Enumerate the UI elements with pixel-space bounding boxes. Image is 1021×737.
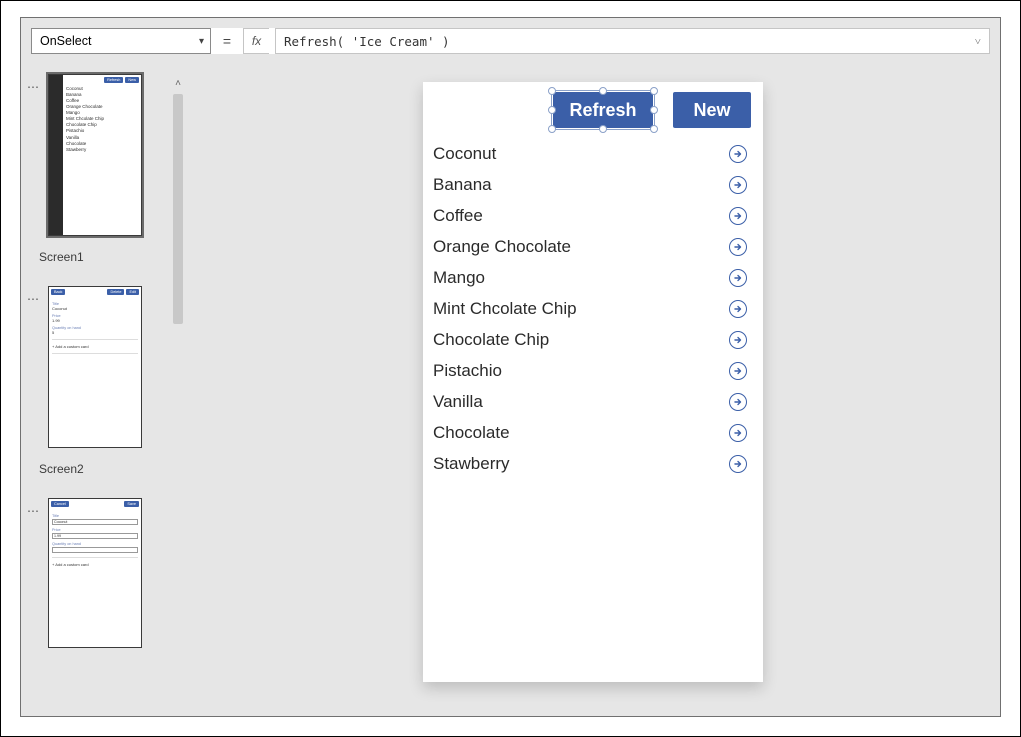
list-item-label: Coconut [433, 144, 496, 164]
list-item: Chocolate [433, 417, 747, 448]
arrow-right-icon[interactable] [729, 424, 747, 442]
scrollbar-thumb[interactable] [173, 94, 183, 324]
equals-label: = [217, 28, 237, 54]
thumbnail-screen3[interactable]: Cancel Save TitleCoconut Price1.99 Quant… [48, 498, 142, 648]
list-item: Chocolate Chip [433, 324, 747, 355]
list-item-label: Stawberry [433, 454, 510, 474]
thumbnail-label: Screen1 [39, 250, 84, 264]
thumbnail-scrollbar[interactable]: ˄ [169, 74, 187, 716]
screen-thumbnails-panel: ⋯ Refresh New CoconutBananaCoffeeOrange … [21, 54, 169, 716]
list-item: Pistachio [433, 355, 747, 386]
add-card-label: + Add a custom card [52, 344, 138, 349]
arrow-right-icon[interactable] [729, 269, 747, 287]
arrow-right-icon[interactable] [729, 455, 747, 473]
list-item: Mint Chcolate Chip [433, 293, 747, 324]
items-gallery: Coconut Banana Coffee Orange Chocolate Mango… [423, 134, 763, 479]
list-item-label: Pistachio [433, 361, 502, 381]
list-item: Banana [433, 169, 747, 200]
thumb1-new-button: New [125, 77, 139, 83]
new-button[interactable]: New [673, 92, 751, 128]
chevron-down-icon[interactable]: ˅ [975, 35, 981, 48]
thumb2-delete-button: Delete [107, 289, 124, 295]
thumb2-back-button: Back [51, 289, 65, 295]
list-item: Mango [433, 262, 747, 293]
property-select[interactable]: OnSelect ▾ [31, 28, 211, 54]
list-item-label: Vanilla [433, 392, 483, 412]
list-item-label: Mango [433, 268, 485, 288]
arrow-right-icon[interactable] [729, 238, 747, 256]
list-item: Coffee [433, 200, 747, 231]
thumb1-refresh-button: Refresh [104, 77, 123, 83]
thumbnail-label: Screen2 [39, 462, 84, 476]
app-preview: Refresh Ne [423, 82, 763, 682]
arrow-right-icon[interactable] [729, 176, 747, 194]
list-item-label: Banana [433, 175, 492, 195]
list-item-label: Chocolate Chip [433, 330, 549, 350]
list-item-label: Chocolate [433, 423, 510, 443]
arrow-right-icon[interactable] [729, 331, 747, 349]
thumbnail-menu-icon[interactable]: ⋯ [27, 504, 40, 518]
scroll-up-icon[interactable]: ˄ [169, 74, 187, 92]
chevron-down-icon: ▾ [199, 36, 204, 47]
refresh-button[interactable]: Refresh [553, 92, 653, 128]
thumb3-save-button: Save [124, 501, 139, 507]
list-item-label: Coffee [433, 206, 483, 226]
list-item: Coconut [433, 138, 747, 169]
thumb3-cancel-button: Cancel [51, 501, 69, 507]
formula-input[interactable]: Refresh( 'Ice Cream' ) ˅ [275, 28, 990, 54]
formula-text: Refresh( 'Ice Cream' ) [284, 34, 450, 49]
thumbnail-screen2[interactable]: Back Delete Edit TitleCoconut Price1.99 … [48, 286, 142, 448]
thumbnail-screen1[interactable]: Refresh New CoconutBananaCoffeeOrange Ch… [48, 74, 142, 236]
list-item-label: Mint Chcolate Chip [433, 299, 577, 319]
arrow-right-icon[interactable] [729, 362, 747, 380]
arrow-right-icon[interactable] [729, 207, 747, 225]
list-item: Orange Chocolate [433, 231, 747, 262]
arrow-right-icon[interactable] [729, 300, 747, 318]
thumbnail-menu-icon[interactable]: ⋯ [27, 80, 40, 94]
list-item: Vanilla [433, 386, 747, 417]
list-item: Stawberry [433, 448, 747, 479]
design-canvas[interactable]: Refresh Ne [187, 54, 1000, 716]
formula-bar: OnSelect ▾ = fx Refresh( 'Ice Cream' ) ˅ [31, 28, 990, 54]
property-select-value: OnSelect [40, 34, 91, 48]
thumbnail-menu-icon[interactable]: ⋯ [27, 292, 40, 306]
arrow-right-icon[interactable] [729, 145, 747, 163]
add-card-label: + Add a custom card [52, 562, 138, 567]
arrow-right-icon[interactable] [729, 393, 747, 411]
list-item-label: Orange Chocolate [433, 237, 571, 257]
fx-icon[interactable]: fx [243, 28, 269, 54]
thumb2-edit-button: Edit [126, 289, 139, 295]
